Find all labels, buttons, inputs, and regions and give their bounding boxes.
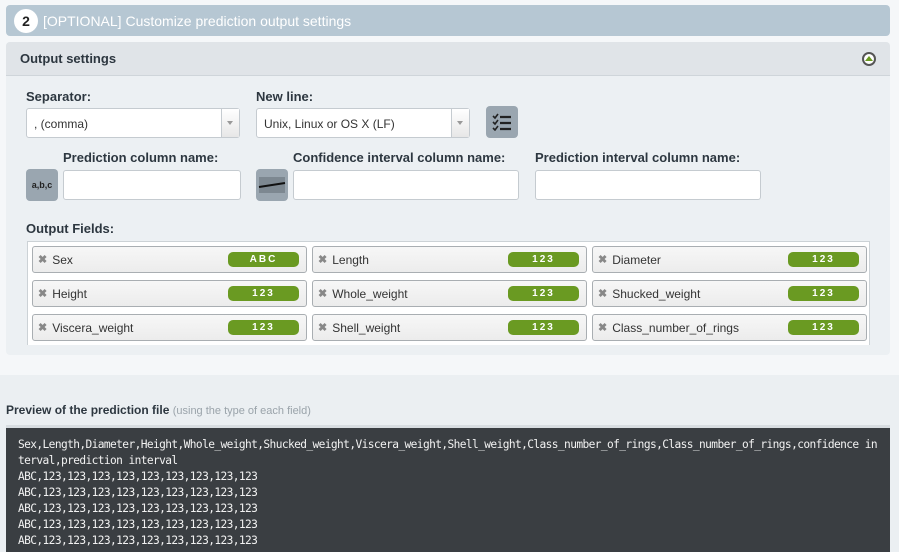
output-fields-list: ✖ Sex ABC ✖ Length 123 ✖ Diameter 123 ✖ Height 123 ✖… <box>27 241 870 345</box>
preview-label: Preview of the prediction file (using th… <box>6 403 311 417</box>
remove-icon[interactable]: ✖ <box>598 253 607 266</box>
field-type-badge: 123 <box>508 252 579 267</box>
field-type-badge: 123 <box>508 286 579 301</box>
preview-title: Preview of the prediction file <box>6 403 170 417</box>
preview-line: ABC,123,123,123,123,123,123,123,123,123 <box>18 518 258 531</box>
remove-icon[interactable]: ✖ <box>318 253 327 266</box>
preview-note: (using the type of each field) <box>172 405 311 417</box>
field-chip[interactable]: ✖ Height 123 <box>32 280 307 307</box>
prediction-column-label: Prediction column name: <box>63 150 219 165</box>
preview-line: ABC,123,123,123,123,123,123,123,123,123 <box>18 502 258 515</box>
field-name: Whole_weight <box>332 286 408 301</box>
newline-label: New line: <box>256 89 314 104</box>
confidence-column-label: Confidence interval column name: <box>293 150 506 165</box>
field-type-badge: 123 <box>508 320 579 335</box>
remove-icon[interactable]: ✖ <box>318 287 327 300</box>
remove-icon[interactable]: ✖ <box>38 321 47 334</box>
step-number: 2 <box>14 8 38 33</box>
prediction-interval-label: Prediction interval column name: <box>535 150 741 165</box>
field-chip[interactable]: ✖ Sex ABC <box>32 246 307 273</box>
output-fields-label: Output Fields: <box>26 221 115 236</box>
field-name: Height <box>52 286 87 301</box>
output-settings-panel: Output settings Separator: , (comma) New… <box>6 42 890 355</box>
abc-format-icon[interactable]: a,b,c <box>26 169 58 201</box>
remove-icon[interactable]: ✖ <box>318 321 327 334</box>
preview-line: Sex,Length,Diameter,Height,Whole_weight,… <box>18 438 878 467</box>
field-name: Shucked_weight <box>612 286 701 301</box>
field-name: Viscera_weight <box>52 320 134 335</box>
field-chip[interactable]: ✖ Class_number_of_rings 123 <box>592 314 867 341</box>
field-chip[interactable]: ✖ Whole_weight 123 <box>312 280 587 307</box>
preview-line: ABC,123,123,123,123,123,123,123,123,123 <box>18 470 258 483</box>
panel-header[interactable]: Output settings <box>6 42 890 76</box>
field-chip[interactable]: ✖ Shucked_weight 123 <box>592 280 867 307</box>
separator-select[interactable]: , (comma) <box>26 108 240 138</box>
separator-value: , (comma) <box>34 117 88 131</box>
remove-icon[interactable]: ✖ <box>38 287 47 300</box>
remove-icon[interactable]: ✖ <box>38 253 47 266</box>
field-name: Class_number_of_rings <box>612 320 739 335</box>
field-name: Diameter <box>612 252 661 267</box>
prediction-column-input[interactable] <box>63 170 241 200</box>
field-type-badge: 123 <box>788 286 859 301</box>
field-chip[interactable]: ✖ Shell_weight 123 <box>312 314 587 341</box>
field-name: Shell_weight <box>332 320 401 335</box>
step-title: [OPTIONAL] Customize prediction output s… <box>43 12 352 29</box>
field-chip[interactable]: ✖ Diameter 123 <box>592 246 867 273</box>
newline-select[interactable]: Unix, Linux or OS X (LF) <box>256 108 470 138</box>
chevron-down-icon[interactable] <box>221 109 239 137</box>
prediction-interval-input[interactable] <box>535 170 761 200</box>
abc-icon-text: a,b,c <box>31 180 53 190</box>
interval-icon[interactable] <box>256 169 288 201</box>
remove-icon[interactable]: ✖ <box>598 321 607 334</box>
preview-line: ABC,123,123,123,123,123,123,123,123,123 <box>18 486 258 499</box>
field-type-badge: 123 <box>228 286 299 301</box>
chevron-down-icon[interactable] <box>451 109 469 137</box>
confidence-column-input[interactable] <box>293 170 519 200</box>
preview-line: ABC,123,123,123,123,123,123,123,123,123 <box>18 534 258 547</box>
field-name: Length <box>332 252 369 267</box>
field-type-badge: 123 <box>788 252 859 267</box>
step-header: 2 [OPTIONAL] Customize prediction output… <box>6 5 890 36</box>
field-name: Sex <box>52 252 73 267</box>
field-type-badge: 123 <box>228 320 299 335</box>
collapse-icon[interactable] <box>862 51 876 66</box>
separator-label: Separator: <box>26 89 92 104</box>
field-type-badge: ABC <box>228 252 299 267</box>
newline-value: Unix, Linux or OS X (LF) <box>264 117 395 131</box>
remove-icon[interactable]: ✖ <box>598 287 607 300</box>
panel-title: Output settings <box>20 51 117 66</box>
field-chip[interactable]: ✖ Viscera_weight 123 <box>32 314 307 341</box>
preview-code: Sex,Length,Diameter,Height,Whole_weight,… <box>6 425 890 552</box>
field-chip[interactable]: ✖ Length 123 <box>312 246 587 273</box>
checklist-icon[interactable] <box>486 106 518 138</box>
field-type-badge: 123 <box>788 320 859 335</box>
